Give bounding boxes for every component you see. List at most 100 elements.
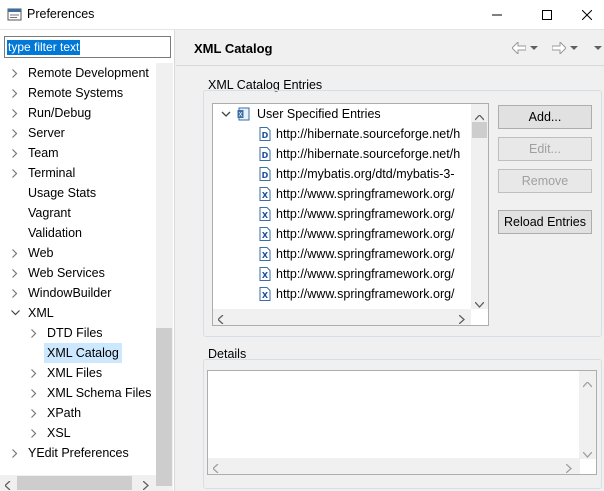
tree-vertical-scrollbar[interactable]: [156, 63, 173, 491]
tree-item[interactable]: WindowBuilder: [0, 283, 156, 303]
entries-vertical-scrollbar[interactable]: [471, 104, 488, 309]
tree-item[interactable]: XML Schema Files: [0, 383, 156, 403]
tree-item[interactable]: Validation: [0, 223, 156, 243]
back-button[interactable]: [512, 39, 538, 57]
chevron-right-icon[interactable]: [10, 163, 20, 183]
tree-item[interactable]: XSL: [0, 423, 156, 443]
tree-scroll-thumb[interactable]: [156, 328, 172, 486]
scroll-up-icon[interactable]: [582, 377, 593, 391]
svg-text:X: X: [262, 271, 269, 280]
catalog-entry[interactable]: Dhttp://hibernate.sourceforge.net/h: [257, 124, 471, 144]
tree-item[interactable]: Remote Development: [0, 63, 156, 83]
catalog-entry-label: http://www.springframework.org/: [276, 287, 455, 301]
catalog-entry[interactable]: Xhttp://www.springframework.org/: [257, 184, 471, 204]
catalog-entry-label: http://www.springframework.org/: [276, 227, 455, 241]
chevron-down-icon[interactable]: [10, 303, 20, 323]
chevron-down-icon: [570, 45, 578, 50]
scroll-left-icon[interactable]: [212, 462, 219, 476]
tree-item[interactable]: Team: [0, 143, 156, 163]
tree-item-label: DTD Files: [47, 326, 103, 340]
tree-item-label: Terminal: [28, 166, 76, 180]
tree-item[interactable]: Web Services: [0, 263, 156, 283]
chevron-right-icon[interactable]: [10, 143, 20, 163]
scroll-down-icon[interactable]: [474, 297, 485, 311]
catalog-entry[interactable]: Xhttp://www.springframework.org/: [257, 244, 471, 264]
chevron-right-icon[interactable]: [10, 443, 20, 463]
scroll-left-icon[interactable]: [4, 479, 11, 491]
tree-item[interactable]: Web: [0, 243, 156, 263]
chevron-right-icon[interactable]: [10, 123, 20, 143]
expanded-chevron-icon[interactable]: [221, 107, 233, 121]
chevron-right-icon[interactable]: [29, 403, 39, 423]
scroll-right-icon[interactable]: [565, 462, 572, 476]
chevron-right-icon[interactable]: [10, 263, 20, 283]
details-text-area[interactable]: [207, 370, 597, 475]
details-horizontal-scrollbar[interactable]: [208, 458, 580, 474]
view-menu-button[interactable]: [594, 39, 602, 57]
tree-item[interactable]: XML: [0, 303, 156, 323]
svg-text:X: X: [262, 231, 269, 240]
tree-item-label: Web: [28, 246, 54, 260]
minimize-button[interactable]: [474, 0, 520, 30]
catalog-entry-label: http://mybatis.org/dtd/mybatis-3-: [276, 167, 455, 181]
chevron-right-icon[interactable]: [10, 83, 20, 103]
entries-horizontal-scrollbar[interactable]: [213, 309, 471, 325]
maximize-button[interactable]: [524, 0, 570, 30]
reload-entries-button[interactable]: Reload Entries: [498, 210, 592, 234]
catalog-entry[interactable]: Xhttp://www.springframework.org/: [257, 224, 471, 244]
chevron-right-icon[interactable]: [29, 383, 39, 403]
scroll-down-icon[interactable]: [582, 447, 593, 461]
tree-hscroll-thumb[interactable]: [17, 476, 132, 490]
edit-button[interactable]: Edit...: [498, 137, 592, 161]
xsd-file-icon: X: [259, 247, 271, 261]
svg-text:X: X: [262, 211, 269, 220]
svg-text:D: D: [262, 131, 269, 140]
title-bar: Preferences: [0, 0, 604, 30]
tree-item[interactable]: XML Files: [0, 363, 156, 383]
catalog-entry[interactable]: Dhttp://mybatis.org/dtd/mybatis-3-: [257, 164, 471, 184]
details-vertical-scrollbar[interactable]: [579, 371, 596, 459]
tree-horizontal-scrollbar[interactable]: [0, 475, 156, 491]
chevron-right-icon[interactable]: [29, 423, 39, 443]
tree-item-label: Run/Debug: [28, 106, 92, 120]
filter-input[interactable]: type filter text: [4, 36, 171, 58]
preferences-tree: Remote Development Remote Systems Run/Debu…: [0, 63, 156, 488]
catalog-entry[interactable]: Xhttp://www.springframework.org/: [257, 204, 471, 224]
add-button[interactable]: Add...: [498, 105, 592, 129]
close-button[interactable]: [570, 0, 604, 30]
svg-text:X: X: [262, 191, 269, 200]
catalog-entry[interactable]: Xhttp://www.springframework.org/: [257, 284, 471, 304]
chevron-right-icon[interactable]: [10, 63, 20, 83]
chevron-right-icon[interactable]: [10, 103, 20, 123]
catalog-entry-label: http://www.springframework.org/: [276, 267, 455, 281]
chevron-right-icon[interactable]: [29, 363, 39, 383]
page-header: XML Catalog: [176, 30, 604, 66]
scroll-right-icon[interactable]: [458, 313, 465, 327]
catalog-entry[interactable]: Dhttp://hibernate.sourceforge.net/h: [257, 144, 471, 164]
tree-item[interactable]: YEdit Preferences: [0, 443, 156, 463]
tree-item[interactable]: Terminal: [0, 163, 156, 183]
tree-item[interactable]: Remote Systems: [0, 83, 156, 103]
scroll-right-icon[interactable]: [142, 479, 149, 491]
tree-item[interactable]: XML Catalog: [0, 343, 156, 363]
tree-item[interactable]: DTD Files: [0, 323, 156, 343]
tree-item[interactable]: XPath: [0, 403, 156, 423]
scroll-left-icon[interactable]: [217, 313, 224, 327]
tree-item[interactable]: Run/Debug: [0, 103, 156, 123]
chevron-right-icon[interactable]: [10, 283, 20, 303]
dtd-file-icon: D: [259, 147, 271, 161]
tree-item-label: XML: [28, 306, 54, 320]
tree-item[interactable]: Vagrant: [0, 203, 156, 223]
remove-button[interactable]: Remove: [498, 169, 592, 193]
svg-text:X: X: [262, 291, 269, 300]
tree-item[interactable]: Usage Stats: [0, 183, 156, 203]
forward-button[interactable]: [552, 39, 578, 57]
tree-item[interactable]: Server: [0, 123, 156, 143]
entry-root[interactable]: X User Specified Entries: [219, 104, 471, 124]
chevron-right-icon[interactable]: [10, 243, 20, 263]
catalog-entries-tree[interactable]: X User Specified Entries Dhttp://hiberna…: [212, 103, 489, 326]
entries-scroll-thumb[interactable]: [472, 122, 487, 138]
menu-chevron-icon: [594, 45, 602, 50]
catalog-entry[interactable]: Xhttp://www.springframework.org/: [257, 264, 471, 284]
chevron-right-icon[interactable]: [29, 323, 39, 343]
